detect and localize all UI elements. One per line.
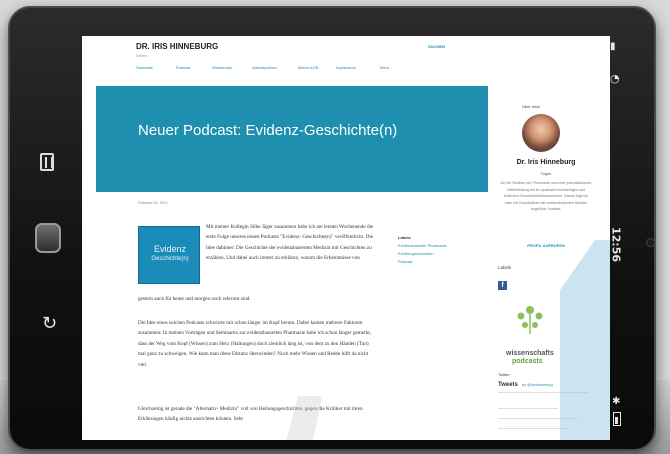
tablet-device: ↻ ▮ ◔ 12:56 ✱ DR. IRIS HINNEBURG Seiten … (8, 6, 656, 451)
post-hero: Neuer Podcast: Evidenz-Geschichte(n) (96, 86, 488, 192)
search-link[interactable]: SUCHEN (428, 44, 445, 49)
back-arrow-icon[interactable]: ↻ (42, 313, 57, 334)
podcast-logo-text-2: podcasts (512, 358, 543, 365)
post-paragraph-1: Mit meiner Kollegin Silke Jäger zusammen… (206, 224, 374, 262)
follow-button[interactable]: Folgen (516, 172, 576, 176)
post-labels: Labels Evidenzbasierte Pharmazie Evidenz… (398, 234, 447, 266)
author-name[interactable]: Dr. Iris Hinneburg (508, 159, 584, 166)
twitter-heading: Twitter (498, 372, 510, 377)
camera-icon (646, 238, 655, 247)
status-clock: 12:56 (609, 226, 623, 262)
thumbnail-title: Evidenz (153, 244, 187, 254)
tweets-by-link[interactable]: by @irishinneburg (522, 383, 553, 387)
label-link[interactable]: Evidenzgeschichten (398, 250, 447, 258)
label-link[interactable]: Evidenzbasierte Pharmazie (398, 242, 447, 250)
home-button[interactable] (35, 223, 61, 253)
nav-item-podcast[interactable]: Podcast (176, 65, 190, 70)
screen-glare (560, 240, 610, 440)
profile-link[interactable]: PROFIL AUFRUFEN (518, 243, 574, 248)
nav-item-workshops[interactable]: Workshops (212, 65, 232, 70)
post-paragraph-2: Die Idee eines solchen Podcasts schwirrt… (138, 320, 372, 368)
nav-item-startseite[interactable]: Startseite (136, 65, 153, 70)
browser-screen: DR. IRIS HINNEBURG Seiten SUCHEN Startse… (82, 36, 610, 440)
facebook-icon[interactable]: f (498, 281, 507, 290)
nav-item-agb[interactable]: Meine AGB (298, 65, 318, 70)
divider (498, 428, 568, 429)
avatar[interactable] (522, 114, 560, 152)
post-date: Februar 06, 2017 (138, 200, 169, 205)
bluetooth-icon: ✱ (612, 396, 621, 407)
post-title[interactable]: Neuer Podcast: Evidenz-Geschichte(n) (138, 120, 398, 142)
about-heading: Über mich (522, 104, 541, 109)
post-thumbnail[interactable]: Evidenz Geschichte(n) (138, 226, 200, 284)
post-paragraph-1-end: gestern auch für heute und morgen noch r… (138, 296, 251, 302)
battery-icon (613, 412, 621, 426)
thumbnail-subtitle: Geschichte(n) (151, 256, 189, 262)
podcast-logo-icon[interactable] (512, 300, 548, 336)
tweets-title: Tweets (498, 382, 518, 388)
labels-heading: Labels (398, 235, 411, 240)
site-subtitle: Seiten (136, 53, 148, 58)
nav-item-arbeitsproben[interactable]: Arbeitsproben (252, 65, 277, 70)
wifi-icon: ◔ (610, 72, 620, 85)
author-bio: Ich bin Studium der Pharmazie und einer … (500, 181, 592, 212)
label-link[interactable]: Podcast (398, 258, 447, 266)
site-title[interactable]: DR. IRIS HINNEBURG (136, 42, 218, 51)
labels-widget-heading: Labels (498, 265, 512, 270)
post-paragraph-3: Gleichzeitig ist gerade die "Alternativ-… (138, 406, 363, 423)
signal-icon: ▮ (610, 41, 616, 52)
podcast-logo-text: wissenschafts (506, 350, 554, 357)
multitask-icon[interactable] (40, 153, 54, 171)
nav-item-impressum[interactable]: Impressum (336, 65, 356, 70)
divider (498, 408, 558, 409)
nav-item-mehr[interactable]: Mehr… (380, 65, 393, 70)
